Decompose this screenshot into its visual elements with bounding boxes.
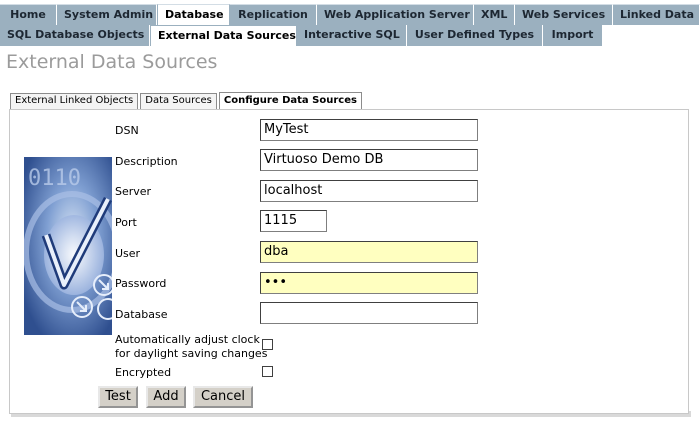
tab-sql-database-objects[interactable]: SQL Database Objects: [0, 25, 150, 46]
art-text: 0110: [28, 166, 81, 191]
tab-user-defined-types[interactable]: User Defined Types: [407, 25, 543, 46]
tab-web-application-server[interactable]: Web Application Server: [317, 4, 474, 25]
tab-external-data-sources[interactable]: External Data Sources: [150, 25, 297, 46]
dsn-input[interactable]: MyTest: [260, 119, 478, 141]
dsn-label: DSN: [115, 124, 139, 137]
description-label: Description: [115, 155, 178, 168]
description-input[interactable]: Virtuoso Demo DB: [260, 149, 478, 171]
database-input[interactable]: [260, 302, 478, 324]
tab-configure-data-sources[interactable]: Configure Data Sources: [218, 92, 362, 110]
tab-interactive-sql[interactable]: Interactive SQL: [297, 25, 407, 46]
port-label: Port: [115, 216, 137, 229]
section-tabs: External Linked Objects Data Sources Con…: [10, 92, 364, 110]
server-input[interactable]: localhost: [260, 180, 478, 202]
tab-external-linked-objects[interactable]: External Linked Objects: [10, 93, 139, 110]
test-button[interactable]: Test: [98, 386, 138, 408]
tab-import[interactable]: Import: [543, 25, 603, 46]
adjust-clock-label-line2: for daylight saving changes: [115, 347, 268, 360]
tab-web-services[interactable]: Web Services: [515, 4, 613, 25]
tab-home[interactable]: Home: [0, 4, 57, 25]
encrypted-checkbox[interactable]: [262, 366, 273, 377]
encrypted-label: Encrypted: [115, 366, 172, 379]
tab-linked-data[interactable]: Linked Data: [613, 4, 700, 25]
database-label: Database: [115, 308, 168, 321]
tab-replication[interactable]: Replication: [230, 4, 317, 25]
main-nav-tabs: Home System Admin Database Replication W…: [0, 4, 700, 25]
cancel-button[interactable]: Cancel: [193, 386, 253, 408]
user-label: User: [115, 247, 141, 260]
tab-system-admin[interactable]: System Admin: [57, 4, 157, 25]
password-label: Password: [115, 277, 167, 290]
port-input[interactable]: 1115: [260, 210, 327, 232]
tab-database[interactable]: Database: [157, 4, 230, 25]
password-input[interactable]: •••: [260, 272, 478, 294]
adjust-clock-label-line1: Automatically adjust clock: [115, 333, 260, 346]
adjust-clock-checkbox[interactable]: [262, 339, 273, 350]
database-sub-tabs: SQL Database Objects External Data Sourc…: [0, 25, 603, 46]
server-label: Server: [115, 185, 152, 198]
add-button[interactable]: Add: [146, 386, 186, 408]
virtuoso-logo-art: 0110: [24, 157, 112, 335]
tab-xml[interactable]: XML: [474, 4, 515, 25]
user-input[interactable]: dba: [260, 241, 478, 263]
tab-data-sources[interactable]: Data Sources: [140, 93, 217, 110]
page-title: External Data Sources: [6, 51, 218, 73]
